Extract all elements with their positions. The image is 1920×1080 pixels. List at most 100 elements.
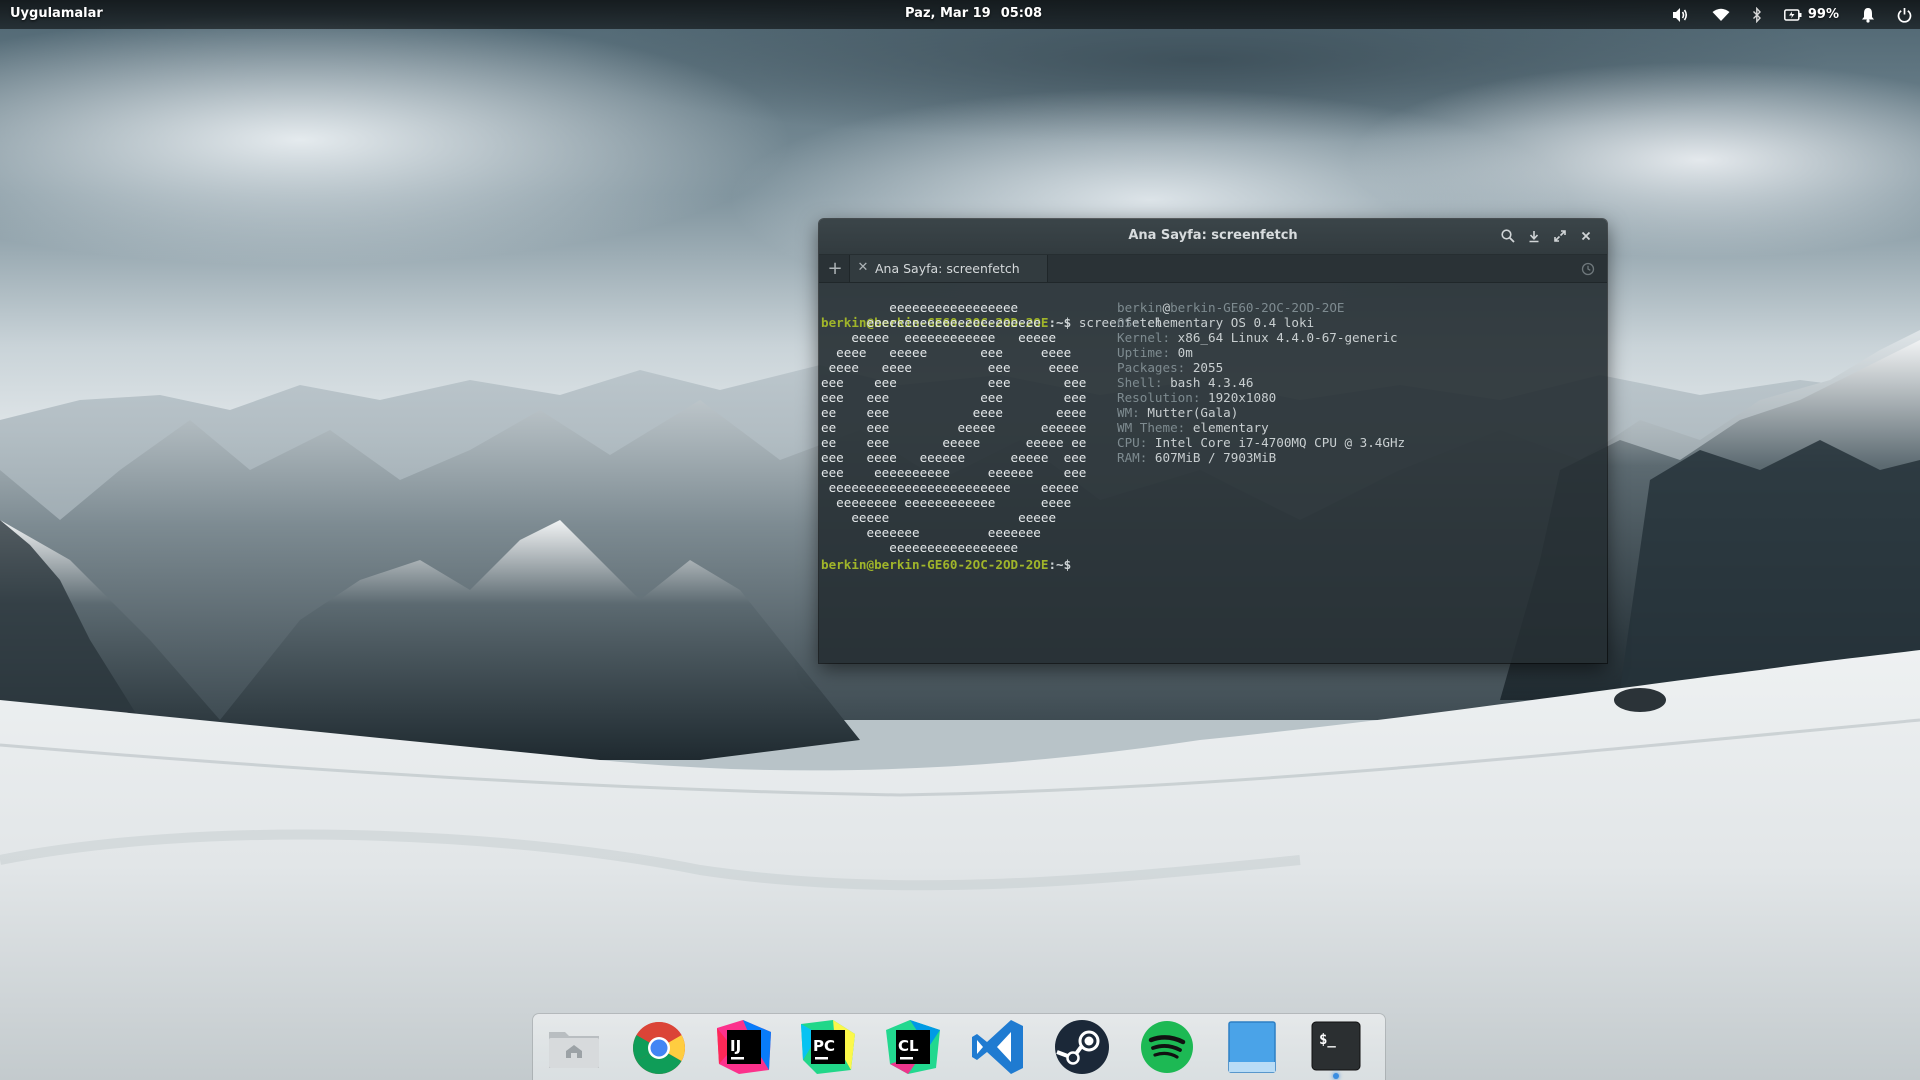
info-value: bash 4.3.46 — [1162, 375, 1254, 390]
ascii-logo-line: eeeeeee eeeeeee — [821, 525, 1041, 540]
notification-icon — [1862, 7, 1874, 23]
home-folder-icon — [549, 1032, 599, 1068]
maximize-button[interactable] — [1547, 224, 1573, 248]
terminal-window[interactable]: Ana Sayfa: screenfetch + ✕ Ana Sayfa: sc… — [819, 219, 1607, 663]
date-time-indicator[interactable]: Paz, Mar 19 05:08 — [905, 6, 1042, 21]
info-key: CPU: — [1117, 435, 1148, 450]
volume-icon — [1672, 7, 1687, 22]
info-value: 607MiB / 7903MiB — [1147, 450, 1277, 465]
volume-indicator[interactable] — [1672, 0, 1690, 29]
session-indicator[interactable] — [1897, 0, 1912, 29]
dock-item-clion[interactable]: CL — [882, 1014, 944, 1080]
system-info-line: RAM: 607MiB / 7903MiB — [1117, 450, 1405, 465]
steam-icon — [1055, 1020, 1109, 1074]
ascii-logo-line: ee eee eeeee eeeeee — [821, 420, 1087, 435]
clion-icon: CL — [886, 1020, 940, 1074]
ascii-logo-line: ee eee eeeee eeeee ee — [821, 435, 1087, 450]
ascii-logo-line: eeeee eeeeeeeeeeee eeeee — [821, 330, 1057, 345]
dock-item-pycharm[interactable]: PC — [797, 1014, 859, 1080]
history-icon — [1581, 262, 1595, 276]
info-value: elementary OS 0.4 loki — [1139, 315, 1315, 330]
info-value: Mutter(Gala) — [1139, 405, 1239, 420]
info-key: Shell: — [1117, 375, 1163, 390]
intellij-icon: IJ — [717, 1020, 771, 1074]
system-info-line: Packages: 2055 — [1117, 360, 1405, 375]
info-key: Resolution: — [1117, 390, 1201, 405]
ascii-logo-line: eeeee eeeee — [821, 510, 1057, 525]
info-separator: @ — [1162, 300, 1171, 315]
text-cursor — [1071, 555, 1079, 569]
search-button[interactable] — [1495, 224, 1521, 248]
search-icon — [1501, 229, 1515, 243]
info-key: Packages: — [1117, 360, 1186, 375]
terminal-logo-text: $_ — [1319, 1032, 1336, 1048]
restore-tab-button[interactable] — [1581, 261, 1595, 280]
info-value: Intel Core i7-4700MQ CPU @ 3.4GHz — [1147, 435, 1406, 450]
dock-item-spotify[interactable] — [1136, 1014, 1198, 1080]
battery-percentage: 99% — [1807, 7, 1839, 22]
maximize-icon — [1554, 230, 1566, 242]
new-tab-button[interactable]: + — [823, 255, 847, 282]
bluetooth-icon — [1752, 6, 1761, 23]
dock-item-vscode[interactable] — [967, 1014, 1029, 1080]
ascii-logo: eeeeeeeeeeeeeeeee eeeeeeeeeeeeeeeeeeeeee… — [821, 300, 1086, 555]
tab-bar: + ✕ Ana Sayfa: screenfetch — [819, 255, 1607, 283]
ascii-logo-line: eee eee eee eee — [821, 375, 1087, 390]
export-button[interactable] — [1521, 224, 1547, 248]
info-key: Kernel: — [1117, 330, 1171, 345]
tab-screenfetch[interactable]: ✕ Ana Sayfa: screenfetch — [849, 255, 1048, 282]
info-value: 2055 — [1185, 360, 1224, 375]
power-status-indicator[interactable]: 99% — [1783, 0, 1839, 29]
info-key: berkin — [1117, 300, 1163, 315]
ascii-logo-line: eeee eeeee eee eeee — [821, 345, 1072, 360]
tab-close-button[interactable]: ✕ — [856, 260, 870, 276]
ascii-logo-line: eeeeeeeeeeeeeeeee — [821, 540, 1019, 555]
close-button[interactable] — [1573, 224, 1599, 248]
window-controls — [1495, 224, 1599, 248]
info-key: OS: — [1117, 315, 1140, 330]
clion-logo-text: CL — [898, 1037, 919, 1055]
vscode-icon — [972, 1020, 1023, 1074]
system-info-line: Shell: bash 4.3.46 — [1117, 375, 1405, 390]
applications-menu-button[interactable]: Uygulamalar — [10, 6, 103, 21]
wifi-icon — [1712, 8, 1730, 21]
system-info-line: WM Theme: elementary — [1117, 420, 1405, 435]
dock: IJ PC CL $_ — [533, 1014, 1385, 1080]
terminal-output[interactable]: berkin@berkin-GE60-2OC-2OD-2OE:~$ screen… — [819, 283, 1607, 572]
prompt-suffix: :~$ — [1048, 557, 1072, 572]
top-panel: Uygulamalar Paz, Mar 19 05:08 99% — [0, 0, 1920, 29]
active-prompt-line: berkin@berkin-GE60-2OC-2OD-2OE:~$ — [821, 555, 1079, 572]
network-indicator[interactable] — [1712, 0, 1730, 29]
time-label: 05:08 — [1000, 6, 1043, 21]
system-indicators: 99% — [1650, 0, 1912, 29]
info-key: WM Theme: — [1117, 420, 1186, 435]
window-title: Ana Sayfa: screenfetch — [1128, 228, 1298, 243]
info-value: x86_64 Linux 4.4.0-67-generic — [1170, 330, 1398, 345]
ascii-logo-line: eee eeeeeeeeee eeeeee eee — [821, 465, 1087, 480]
system-info-line: berkin@berkin-GE60-2OC-2OD-2OE — [1117, 300, 1405, 315]
system-info-line: Kernel: x86_64 Linux 4.4.0-67-generic — [1117, 330, 1405, 345]
info-value: berkin-GE60-2OC-2OD-2OE — [1170, 300, 1345, 315]
system-info: berkin@berkin-GE60-2OC-2OD-2OE OS: elemen… — [1117, 300, 1405, 465]
pycharm-icon: PC — [801, 1020, 855, 1074]
pycharm-logo-text: PC — [813, 1037, 835, 1055]
info-key: Uptime: — [1117, 345, 1171, 360]
dock-item-steam[interactable] — [1051, 1014, 1113, 1080]
system-info-line: WM: Mutter(Gala) — [1117, 405, 1405, 420]
dock-item-terminal[interactable]: $_ — [1305, 1014, 1367, 1080]
dock-item-intellij[interactable]: IJ — [713, 1014, 775, 1080]
intellij-logo-text: IJ — [730, 1037, 741, 1055]
system-info-line: OS: elementary OS 0.4 loki — [1117, 315, 1405, 330]
window-titlebar[interactable]: Ana Sayfa: screenfetch — [819, 219, 1607, 255]
notifications-indicator[interactable] — [1861, 0, 1875, 29]
ascii-logo-line: eeeeeeeeeeeeeeeeeeeeeee — [821, 315, 1041, 330]
dock-item-chrome[interactable] — [628, 1014, 690, 1080]
info-value: 1920x1080 — [1200, 390, 1277, 405]
desktop-icon — [1228, 1021, 1276, 1073]
dock-item-show-desktop[interactable] — [1221, 1014, 1283, 1080]
info-key: WM: — [1117, 405, 1140, 420]
tab-label: Ana Sayfa: screenfetch — [875, 261, 1020, 276]
download-icon — [1529, 230, 1539, 242]
bluetooth-indicator[interactable] — [1752, 0, 1762, 29]
dock-item-files[interactable] — [543, 1014, 605, 1080]
